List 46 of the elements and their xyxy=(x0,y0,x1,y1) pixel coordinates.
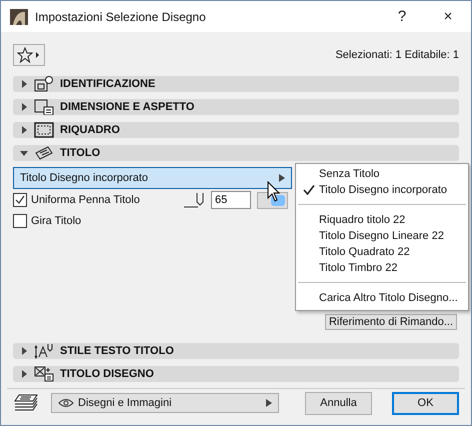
checkbox-option[interactable]: Gira Titolo xyxy=(13,214,183,228)
section-header[interactable]: IDENTIFICAZIONE xyxy=(13,76,459,92)
submenu-arrow-icon xyxy=(266,399,272,407)
cancel-button[interactable]: Annulla xyxy=(305,392,372,414)
section-header[interactable]: DIMENSIONE E ASPETTO xyxy=(13,99,459,115)
title-dropdown[interactable]: Titolo Disegno incorporato xyxy=(13,167,292,189)
checkmark-icon xyxy=(14,194,26,206)
selection-info: Selezionati: 1 Editabile: 1 xyxy=(335,49,459,61)
menu-item[interactable]: Riquadro titolo 22 xyxy=(296,212,468,228)
disclosure-triangle-icon xyxy=(20,347,28,355)
section-header[interactable]: RIQUADRO xyxy=(13,122,459,138)
menu-item[interactable]: Senza Titolo xyxy=(296,166,468,182)
label-tag-icon xyxy=(34,145,54,161)
close-button[interactable]: × xyxy=(425,1,471,32)
disclosure-triangle-icon xyxy=(20,80,28,88)
layer-dropdown[interactable]: Disegni e Immagini xyxy=(51,393,279,413)
menu-item[interactable]: Titolo Quadrato 22 xyxy=(296,244,468,260)
section-header[interactable]: TITOLO xyxy=(13,145,459,161)
mouse-pointer-icon xyxy=(267,181,281,203)
window-title: Impostazioni Selezione Disegno xyxy=(35,10,207,24)
drawing-list-icon xyxy=(34,366,54,382)
section-header[interactable]: TITOLO DISEGNO xyxy=(13,366,459,382)
menu-item[interactable]: Titolo Disegno Lineare 22 xyxy=(296,228,468,244)
disclosure-triangle-icon xyxy=(20,103,28,111)
eye-icon xyxy=(58,398,74,408)
menu-item[interactable]: Carica Altro Titolo Disegno... xyxy=(296,290,468,306)
cross-reference-button[interactable]: Riferimento di Rimando... xyxy=(325,314,457,330)
checkbox-option[interactable]: Uniforma Penna Titolo xyxy=(13,193,183,207)
menu-item[interactable]: Titolo Disegno incorporato xyxy=(296,182,468,198)
panel-list-icon xyxy=(34,99,54,115)
frame-icon xyxy=(34,122,54,138)
pen-icon xyxy=(183,191,205,209)
disclosure-triangle-icon xyxy=(20,370,28,378)
submenu-arrow-icon xyxy=(279,174,285,182)
disclosure-triangle-icon xyxy=(20,126,28,134)
disclosure-triangle-icon xyxy=(20,149,28,157)
app-logo-icon xyxy=(10,8,28,24)
favorites-button[interactable] xyxy=(13,44,45,66)
pen-number-field[interactable]: 65 xyxy=(211,191,251,209)
ok-button[interactable]: OK xyxy=(392,392,459,414)
text-style-icon xyxy=(34,343,54,359)
menu-item[interactable]: Titolo Timbro 22 xyxy=(296,260,468,276)
help-button[interactable]: ? xyxy=(379,1,425,32)
section-header[interactable]: STILE TESTO TITOLO xyxy=(13,343,459,359)
info-panel-icon xyxy=(34,76,54,92)
layers-icon xyxy=(13,393,39,413)
